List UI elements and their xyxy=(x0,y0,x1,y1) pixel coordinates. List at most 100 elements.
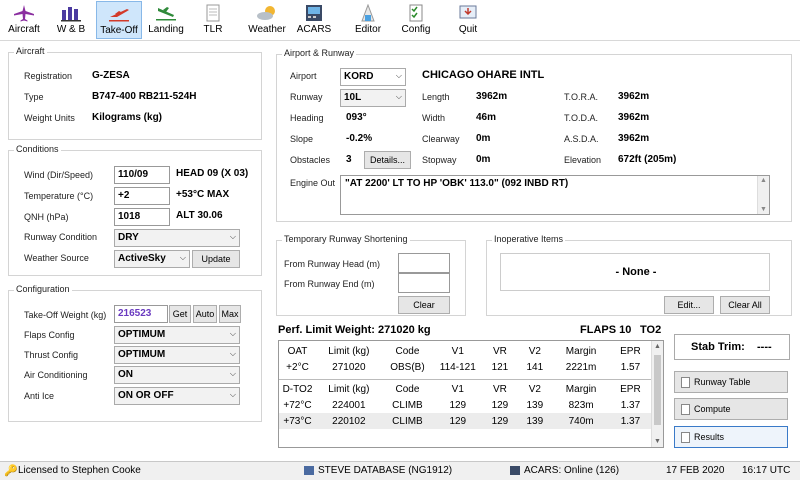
toolbar-landing-button[interactable]: Landing xyxy=(145,1,187,39)
time-text: 16:17 UTC xyxy=(742,465,791,476)
registration-value: G-ZESA xyxy=(92,70,130,81)
runway-condition-select[interactable]: DRY ⌵ xyxy=(114,229,240,247)
auto-weight-button[interactable]: Auto xyxy=(193,305,217,323)
tlr-document-icon xyxy=(206,4,220,22)
dto-header-row: D-TO2 Limit (kg) Code V1 VR V2 Margin EP… xyxy=(279,381,651,397)
scroll-down-icon: ▼ xyxy=(760,206,767,213)
toolbar-wb-button[interactable]: W & B xyxy=(50,1,92,39)
toolbar-editor-button[interactable]: Editor xyxy=(348,1,388,39)
wind-info: HEAD 09 (X 03) xyxy=(176,168,249,179)
obstacles-value: 3 xyxy=(346,154,352,165)
toolbar-aircraft-button[interactable]: Aircraft xyxy=(4,1,44,39)
max-weight-button[interactable]: Max xyxy=(219,305,241,323)
toolbar-takeoff-button[interactable]: Take-Off xyxy=(96,1,142,39)
header-oat: OAT xyxy=(287,345,308,357)
flaps-config-select[interactable]: OPTIMUM ⌵ xyxy=(114,326,240,344)
air-conditioning-label: Air Conditioning xyxy=(24,370,88,380)
scroll-thumb[interactable] xyxy=(654,355,661,425)
tora-label: T.O.R.A. xyxy=(564,92,599,102)
get-weight-button[interactable]: Get xyxy=(169,305,191,323)
results-scrollbar[interactable]: ▲ ▼ xyxy=(651,341,663,447)
runway-value: 10L xyxy=(344,92,362,103)
header-limit: Limit (kg) xyxy=(328,383,370,395)
compute-label: Compute xyxy=(694,404,731,414)
cell-v2: 139 xyxy=(526,415,544,427)
airport-label: Airport xyxy=(290,71,317,81)
chevron-down-icon: ⌵ xyxy=(229,349,236,358)
update-button[interactable]: Update xyxy=(192,250,240,268)
cell-vr: 129 xyxy=(491,399,509,411)
cell-v2: 141 xyxy=(526,361,544,373)
acars-status-text: ACARS: Online (126) xyxy=(524,465,620,476)
takeoff-weight-input[interactable]: 216523 xyxy=(114,305,168,323)
thrust-config-value: OPTIMUM xyxy=(118,349,166,360)
stab-trim-value: ---- xyxy=(757,341,772,353)
anti-ice-value: ON OR OFF xyxy=(118,390,174,401)
runway-table-button[interactable]: Runway Table xyxy=(674,371,788,393)
header-code: Code xyxy=(395,383,420,395)
results-header-row: OAT Limit (kg) Code V1 VR V2 Margin EPR xyxy=(279,343,651,359)
chevron-down-icon: ⌵ xyxy=(229,390,236,399)
inoperative-clear-all-button[interactable]: Clear All xyxy=(720,296,770,314)
from-runway-end-label: From Runway End (m) xyxy=(284,279,375,289)
qnh-input[interactable]: 1018 xyxy=(114,208,170,226)
stopway-label: Stopway xyxy=(422,155,457,165)
inoperative-edit-button[interactable]: Edit... xyxy=(664,296,714,314)
results-button[interactable]: Results xyxy=(674,426,788,448)
from-runway-head-input[interactable] xyxy=(398,253,450,273)
airport-runway-panel-title: Airport & Runway xyxy=(282,48,357,58)
toolbar-config-button[interactable]: Config xyxy=(396,1,436,39)
takeoff-icon xyxy=(109,9,129,22)
elevation-label: Elevation xyxy=(564,155,602,165)
thrust-config-select[interactable]: OPTIMUM ⌵ xyxy=(114,346,240,364)
table-row[interactable]: +73°C 220102 CLIMB 129 129 139 740m 1.37 xyxy=(279,413,651,429)
toolbar-weather-button[interactable]: Weather xyxy=(246,1,288,39)
config-icon xyxy=(409,4,423,22)
engine-out-scrollbar[interactable]: ▲ ▼ xyxy=(757,176,769,214)
weight-balance-icon xyxy=(61,7,81,22)
airport-select[interactable]: KORD ⌵ xyxy=(340,68,406,86)
weather-source-label: Weather Source xyxy=(24,253,89,263)
toolbar-quit-button[interactable]: Quit xyxy=(450,1,486,39)
inoperative-items-list[interactable]: - None - xyxy=(500,253,770,291)
aircraft-panel-title: Aircraft xyxy=(14,46,47,56)
header-epr: EPR xyxy=(620,383,641,395)
shortening-clear-button[interactable]: Clear xyxy=(398,296,450,314)
weather-icon xyxy=(257,6,275,20)
acars-status-icon xyxy=(510,466,520,475)
landing-icon xyxy=(156,7,176,21)
temperature-info: +53°C MAX xyxy=(176,189,230,200)
weather-source-select[interactable]: ActiveSky ⌵ xyxy=(114,250,190,268)
toolbar-tlr-button[interactable]: TLR xyxy=(194,1,232,39)
temperature-input[interactable]: +2 xyxy=(114,187,170,205)
table-row[interactable]: +72°C 224001 CLIMB 129 129 139 823m 1.37 xyxy=(279,397,651,413)
header-v1: V1 xyxy=(451,383,464,395)
header-epr: EPR xyxy=(620,345,641,357)
runway-select[interactable]: 10L ⌵ xyxy=(340,89,406,107)
compute-button[interactable]: Compute xyxy=(674,398,788,420)
database-text: STEVE DATABASE (NG1912) xyxy=(318,465,453,476)
configuration-panel-title: Configuration xyxy=(14,284,72,294)
from-runway-end-input[interactable] xyxy=(398,273,450,293)
details-button[interactable]: Details... xyxy=(364,151,411,169)
runway-label: Runway xyxy=(290,92,323,102)
weight-units-value: Kilograms (kg) xyxy=(92,112,163,123)
header-v2: V2 xyxy=(528,345,541,357)
table-row[interactable]: +2°C 271020 OBS(B) 114-121 121 141 2221m… xyxy=(279,359,651,375)
wind-input[interactable]: 110/09 xyxy=(114,166,170,184)
temperature-label: Temperature (°C) xyxy=(24,191,94,201)
toolbar-label: Quit xyxy=(458,24,478,35)
database-icon xyxy=(304,466,314,475)
stab-trim-box: Stab Trim: ---- xyxy=(674,334,790,360)
engine-out-textarea[interactable]: "AT 2200' LT TO HP 'OBK' 113.0" (092 INB… xyxy=(340,175,770,215)
anti-ice-select[interactable]: ON OR OFF ⌵ xyxy=(114,387,240,405)
chevron-down-icon: ⌵ xyxy=(179,253,186,262)
toolbar-label: Editor xyxy=(354,24,382,35)
runway-condition-label: Runway Condition xyxy=(24,232,98,242)
engine-out-text: "AT 2200' LT TO HP 'OBK' 113.0" (092 INB… xyxy=(345,178,569,189)
toolbar-acars-button[interactable]: ACARS xyxy=(294,1,334,39)
chevron-down-icon: ⌵ xyxy=(229,329,236,338)
header-v1: V1 xyxy=(451,345,464,357)
air-conditioning-select[interactable]: ON ⌵ xyxy=(114,366,240,384)
results-table-container[interactable]: OAT Limit (kg) Code V1 VR V2 Margin EPR … xyxy=(278,340,664,448)
